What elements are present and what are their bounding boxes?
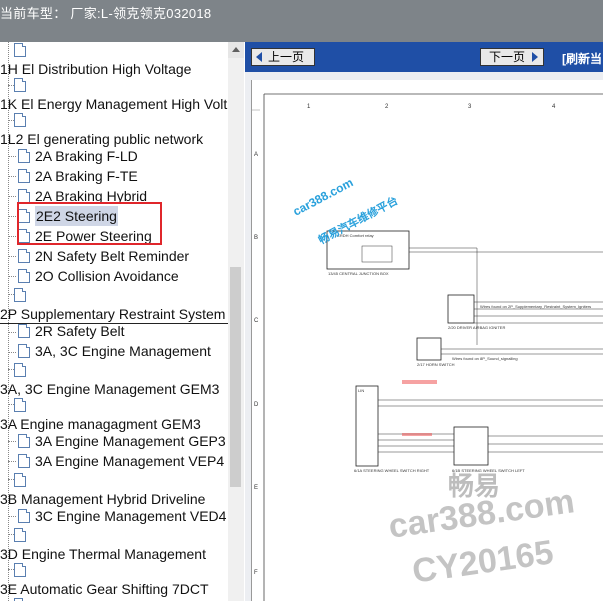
- tree-connector: [8, 156, 16, 157]
- document-icon: [14, 78, 26, 92]
- tree-item-label: 3A Engine Management GEP3: [35, 433, 226, 449]
- diagram-label: 13/45 CENTRAL JUNCTION BOX: [328, 271, 389, 276]
- arrow-right-icon: [532, 52, 538, 62]
- tree-item-2n[interactable]: 2N Safety Belt Reminder: [35, 246, 189, 266]
- tree-connector: [8, 276, 16, 277]
- tree-scrollbar[interactable]: [228, 42, 244, 601]
- prev-page-button[interactable]: 上一页: [251, 48, 315, 66]
- column-number: 2: [385, 104, 389, 110]
- next-page-button[interactable]: 下一页: [480, 48, 544, 66]
- tree-item-3a-3c[interactable]: 3A, 3C Engine Management: [35, 341, 211, 361]
- document-icon: [18, 189, 30, 203]
- row-letter: F: [254, 570, 258, 576]
- diagram-label: 2/17 HORN SWITCH: [417, 362, 455, 367]
- document-icon: [14, 43, 26, 57]
- prev-page-label: 上一页: [268, 50, 305, 64]
- tree-connector: [8, 196, 16, 197]
- tree-item-1k[interactable]: 1K El Energy Management High Volt: [0, 94, 227, 114]
- tree-connector: [8, 216, 16, 217]
- tree-item-2r[interactable]: 2R Safety Belt: [35, 321, 125, 341]
- tree-connector: [8, 236, 16, 237]
- column-number: 3: [468, 104, 472, 110]
- document-icon: [18, 149, 30, 163]
- document-icon: [18, 509, 30, 523]
- document-icon: [14, 528, 26, 542]
- row-letter: A: [254, 152, 259, 158]
- tree-item-label: 3A, 3C Engine Management: [35, 343, 211, 359]
- next-page-label: 下一页: [489, 50, 526, 64]
- tree-item-2a-fte[interactable]: 2A Braking F-TE: [35, 166, 138, 186]
- tree-item-label: 3A Engine Management VEP4: [35, 453, 225, 469]
- tree-connector: [8, 352, 16, 353]
- tree-item-label: 3B Management Hybrid Driveline: [0, 491, 206, 507]
- tree-item-label: 2R Safety Belt: [35, 323, 125, 339]
- diagram-label: LIN: [358, 388, 365, 393]
- document-icon: [18, 344, 30, 358]
- diagram-viewer: 上一页 下一页 [刷新当 1 2 3 4 A B C D E F CRDH Co…: [245, 42, 603, 601]
- tree-item-label: 3E Automatic Gear Shifting 7DCT: [0, 581, 209, 597]
- row-letter: E: [254, 485, 259, 491]
- document-icon: [18, 454, 30, 468]
- diagram-label: Wires found on 8P_Sound_signalling: [452, 356, 518, 361]
- document-icon: [14, 473, 26, 487]
- document-icon: [14, 563, 26, 577]
- document-icon: [14, 398, 26, 412]
- document-icon: [18, 434, 30, 448]
- title-bar: 当前车型： 厂家:L-领克领克032018: [0, 0, 603, 42]
- tree-item-label: 2O Collision Avoidance: [35, 268, 179, 284]
- tree-item-label: 2A Braking F-LD: [35, 148, 138, 164]
- diagram-label: 2/20 DRIVER AIRBAG IGNITER: [448, 325, 506, 330]
- scrollbar-thumb[interactable]: [230, 267, 241, 487]
- tree-item-3e[interactable]: 3E Automatic Gear Shifting 7DCT: [0, 579, 209, 599]
- window-title: 当前车型： 厂家:L-领克领克032018: [0, 6, 212, 21]
- column-number: 1: [307, 104, 311, 110]
- tree-item-label: 2N Safety Belt Reminder: [35, 248, 190, 264]
- row-letter: C: [254, 318, 259, 324]
- tree-connector: [8, 516, 16, 517]
- document-icon: [18, 324, 30, 338]
- tree-connector: [8, 176, 16, 177]
- tree-connector: [8, 332, 16, 333]
- tree-item-label: 1L2 El generating public network: [0, 131, 204, 147]
- document-icon: [14, 288, 26, 302]
- viewer-toolbar: 上一页 下一页 [刷新当: [245, 42, 603, 72]
- column-number: 4: [552, 104, 556, 110]
- tree-item-2o[interactable]: 2O Collision Avoidance: [35, 266, 179, 286]
- document-icon: [14, 113, 26, 127]
- diagram-label: Wires found on 2P_Supplementary_Restrain…: [480, 304, 592, 309]
- tree-item-3c-ved4[interactable]: 3C Engine Management VED4: [35, 506, 226, 526]
- diagram-label: 6/1A STEERING WHEEL SWITCH RIGHT: [354, 468, 430, 473]
- tree-panel[interactable]: 1H El Distribution High Voltage 1K El En…: [0, 42, 246, 601]
- wiring-diagram-page: 1 2 3 4 A B C D E F CRDH Comfort relay 1…: [251, 80, 603, 601]
- highlight-box: [17, 202, 162, 245]
- tree-item-3d[interactable]: 3D Engine Thermal Management: [0, 544, 206, 564]
- tree-item-label: 2A Braking F-TE: [35, 168, 138, 184]
- scroll-up-arrow-icon[interactable]: [228, 42, 244, 58]
- tree-item-label: 1K El Energy Management High Volt: [0, 96, 228, 112]
- tree-item-3a-vep4[interactable]: 3A Engine Management VEP4: [35, 451, 224, 471]
- arrow-left-icon: [256, 52, 262, 62]
- tree-item-label: 3D Engine Thermal Management: [0, 546, 206, 562]
- tree-item-3a-gep3[interactable]: 3A Engine Management GEP3: [35, 431, 226, 451]
- row-letter: B: [254, 235, 259, 241]
- document-icon: [14, 363, 26, 377]
- tree-connector: [8, 256, 16, 257]
- tree-item-label: 3A Engine managagment GEM3: [0, 416, 201, 432]
- document-icon: [18, 269, 30, 283]
- tree-item-label: 2P Supplementary Restraint System I: [0, 306, 234, 322]
- document-icon: [18, 169, 30, 183]
- tree-item-label: 1H El Distribution High Voltage: [0, 61, 192, 77]
- tree-connector: [8, 441, 16, 442]
- row-letter: D: [254, 402, 259, 408]
- tree-item-label: 3C Engine Management VED4: [35, 508, 227, 524]
- tree-item-label: 3A, 3C Engine Management GEM3: [0, 381, 220, 397]
- refresh-link[interactable]: [刷新当: [562, 50, 602, 67]
- tree-connector: [8, 461, 16, 462]
- document-icon: [18, 249, 30, 263]
- tree-item-1h[interactable]: 1H El Distribution High Voltage: [0, 59, 191, 79]
- tree-item-2a-fld[interactable]: 2A Braking F-LD: [35, 146, 138, 166]
- tree-item-3a-3c-gem3[interactable]: 3A, 3C Engine Management GEM3: [0, 379, 219, 399]
